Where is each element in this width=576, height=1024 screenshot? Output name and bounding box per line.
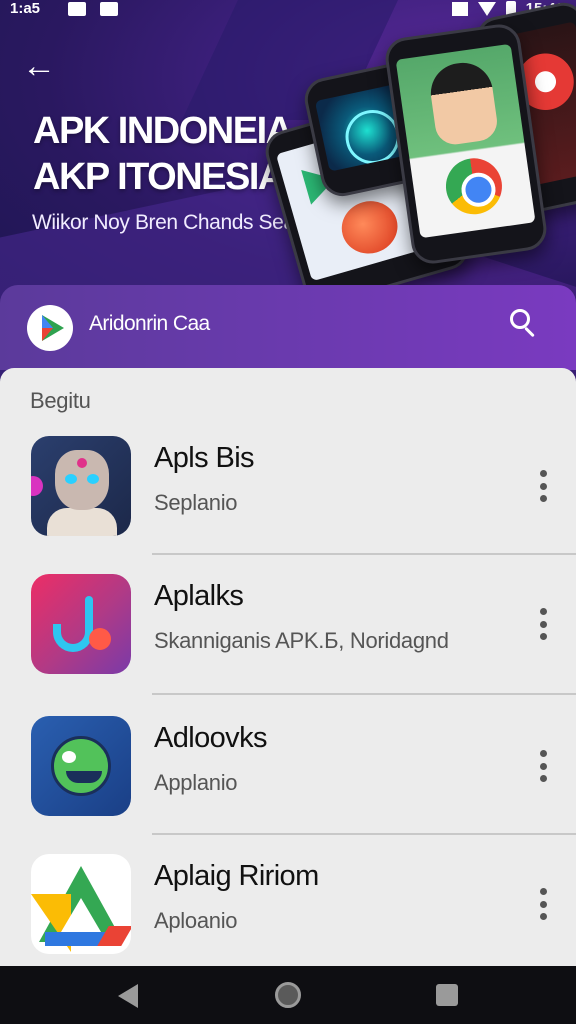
app-name: Aplalks	[154, 580, 244, 612]
search-bar[interactable]: Aridonrin Caa	[0, 285, 576, 370]
app-name: Adloovks	[154, 722, 267, 754]
more-vertical-icon[interactable]	[532, 886, 554, 922]
search-bar-label: Aridonrin Caa	[89, 312, 210, 335]
back-triangle-icon[interactable]	[118, 984, 138, 1008]
search-icon[interactable]	[508, 307, 540, 339]
fox-robot-app-icon	[31, 436, 131, 536]
app-description: Skanniganis APK.Б, Noridagnd	[154, 628, 449, 653]
arrow-left-icon: ←	[22, 47, 56, 85]
status-time-left: 1:a5	[10, 0, 41, 17]
music-note-app-icon	[31, 574, 131, 674]
notification-icons	[68, 2, 118, 16]
green-monster-app-icon	[31, 716, 131, 816]
app-list-item[interactable]: Adloovks Applanio	[0, 716, 576, 856]
section-title: Begitu	[30, 388, 91, 413]
app-description: Aploanio	[154, 908, 238, 933]
divider	[152, 833, 576, 835]
home-circle-icon[interactable]	[275, 982, 301, 1008]
app-name: Aplaig Ririom	[154, 860, 319, 892]
more-vertical-icon[interactable]	[532, 748, 554, 784]
play-store-icon	[27, 305, 73, 351]
more-vertical-icon[interactable]	[532, 468, 554, 504]
signal-icon	[451, 1, 468, 16]
camera-notification-icon	[68, 2, 86, 16]
mascot-icon	[335, 194, 404, 261]
app-name: Apls Bis	[154, 442, 255, 474]
app-description: Applanio	[154, 770, 238, 795]
app-list-item[interactable]: Apls Bis Seplanio	[0, 436, 576, 576]
more-vertical-icon[interactable]	[532, 606, 554, 642]
hero-title: APK INDONEIA AKP ITONESIA.	[33, 108, 294, 200]
hero-subtitle: Wiikor Noy Bren Chands Seacis	[32, 211, 320, 234]
app-description: Seplanio	[154, 490, 238, 515]
system-nav-bar	[0, 966, 576, 1024]
chrome-icon	[442, 154, 506, 218]
hero-title-line1: APK INDONEIA	[33, 110, 293, 152]
back-button[interactable]: ←	[22, 48, 62, 84]
character-icon	[426, 59, 500, 147]
phone-notification-icon	[100, 2, 118, 16]
recents-square-icon[interactable]	[436, 984, 458, 1006]
wifi-icon	[477, 1, 496, 16]
drive-triangle-app-icon	[31, 854, 131, 954]
divider	[152, 553, 576, 555]
divider	[152, 693, 576, 695]
app-list-panel: Begitu Apls Bis Seplanio Aplalks Skannig…	[0, 368, 576, 966]
hero-title-line2: AKP ITONESIA.	[33, 156, 294, 198]
